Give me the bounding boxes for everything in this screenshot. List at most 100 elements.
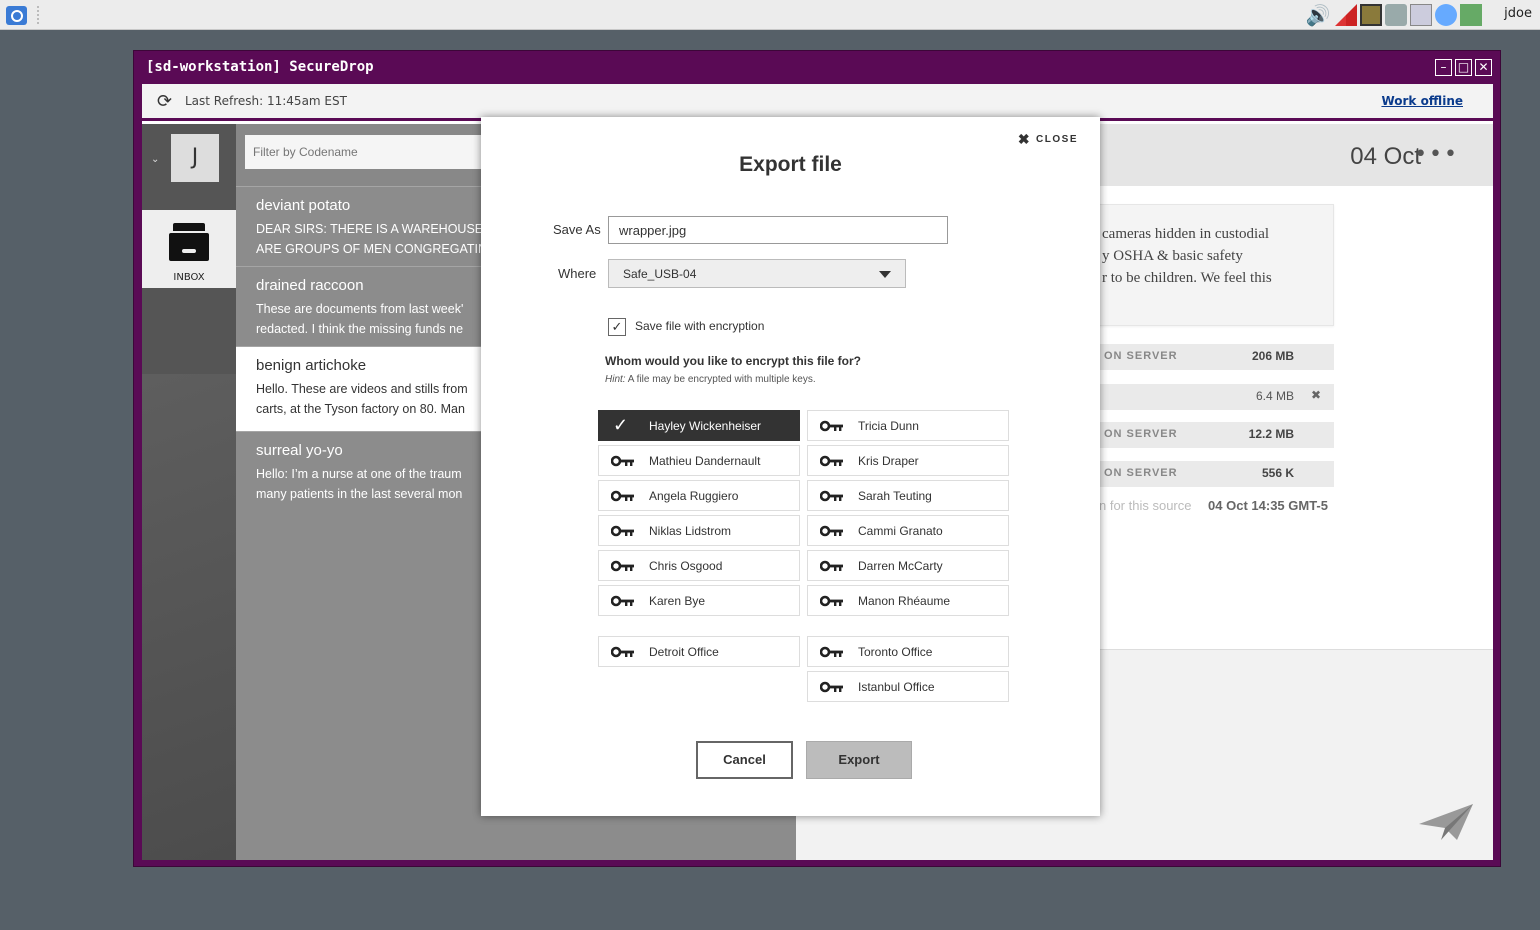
recipient-name: Niklas Lidstrom xyxy=(649,524,732,538)
volume-icon[interactable]: 🔊 xyxy=(1304,4,1332,26)
window-controls: – □ ✕ xyxy=(1435,59,1492,76)
disk-icon[interactable] xyxy=(1410,4,1432,26)
recipient-key-button[interactable]: Kris Draper xyxy=(807,445,1009,476)
recipient-name: Karen Bye xyxy=(649,594,706,608)
key-icon xyxy=(820,681,843,693)
recipient-key-button[interactable]: Tricia Dunn xyxy=(807,410,1009,441)
close-icon: ✖ xyxy=(1017,131,1032,147)
recipient-name: Hayley Wickenheiser xyxy=(649,419,762,433)
recipient-hint: Hint: A file may be encrypted with multi… xyxy=(605,374,816,385)
key-icon xyxy=(820,420,843,432)
work-offline-link[interactable]: Work offline xyxy=(1381,94,1463,108)
save-as-label: Save As xyxy=(553,222,601,237)
message-text: cameras hidden in custodial y OSHA & bas… xyxy=(1102,226,1272,286)
filter-codename-input[interactable] xyxy=(245,135,495,169)
recipient-key-button[interactable]: Mathieu Dandernault xyxy=(598,445,800,476)
caret-down-icon xyxy=(879,271,891,278)
recipient-key-button[interactable]: Cammi Granato xyxy=(807,515,1009,546)
recipient-key-button[interactable]: Darren McCarty xyxy=(807,550,1009,581)
inbox-tab[interactable]: INBOX xyxy=(142,210,236,288)
file-size: 206 MB xyxy=(1251,349,1294,363)
last-refresh-text: Last Refresh: 11:45am EST xyxy=(185,94,347,108)
file-size: 6.4 MB xyxy=(1255,389,1294,403)
inbox-icon xyxy=(169,223,209,261)
qube-manager-icon[interactable] xyxy=(1360,4,1382,26)
key-icon xyxy=(611,646,634,658)
more-options-icon[interactable]: ••• xyxy=(1414,142,1459,167)
close-label: CLOSE xyxy=(1036,134,1078,145)
devices-icon[interactable] xyxy=(1385,4,1407,26)
recipient-name: Manon Rhéaume xyxy=(858,594,951,608)
panel-separator xyxy=(37,6,41,24)
recipient-name: Sarah Teuting xyxy=(858,489,932,503)
cancel-button[interactable]: Cancel xyxy=(696,741,793,779)
key-icon xyxy=(820,455,843,467)
checkmark-icon: ✓ xyxy=(613,415,629,435)
background-logo-decor xyxy=(142,374,236,860)
desktop-top-panel: 🔊 jdoe xyxy=(0,0,1540,30)
key-icon xyxy=(820,646,843,658)
recipient-key-button[interactable]: Chris Osgood xyxy=(598,550,800,581)
battery-icon[interactable] xyxy=(1460,4,1482,26)
recipient-name: Istanbul Office xyxy=(858,680,935,694)
key-icon xyxy=(820,525,843,537)
recipient-key-button[interactable]: Detroit Office xyxy=(598,636,800,667)
encryption-label: Save file with encryption xyxy=(635,319,765,333)
dialog-title: Export file xyxy=(739,153,842,176)
inbox-label: INBOX xyxy=(173,272,205,283)
recipient-name: Toronto Office xyxy=(858,645,933,659)
key-icon xyxy=(611,525,634,537)
recipient-name: Cammi Granato xyxy=(858,524,943,538)
file-status: ON SERVER xyxy=(1104,467,1178,479)
minimize-icon[interactable]: – xyxy=(1435,59,1452,76)
system-tray: 🔊 xyxy=(1304,4,1482,26)
chevron-down-icon[interactable]: ⌄ xyxy=(151,154,159,165)
send-icon[interactable] xyxy=(1417,802,1475,842)
where-select[interactable]: Safe_USB-04 xyxy=(608,259,906,288)
maximize-icon[interactable]: □ xyxy=(1455,59,1472,76)
key-icon xyxy=(820,560,843,572)
deletion-label: n for this source xyxy=(1099,498,1192,513)
key-icon xyxy=(820,595,843,607)
window-title: [sd-workstation] SecureDrop xyxy=(146,59,374,75)
encryption-checkbox[interactable]: ✓ xyxy=(608,318,626,336)
file-status: ON SERVER xyxy=(1104,428,1178,440)
app-topbar: ⟳ Last Refresh: 11:45am EST Work offline xyxy=(142,84,1493,121)
left-nav-bar: ⌄ J INBOX xyxy=(142,124,236,860)
key-icon xyxy=(611,455,634,467)
desktop-user-name[interactable]: jdoe xyxy=(1504,6,1532,21)
export-button[interactable]: Export xyxy=(806,741,912,779)
recipient-key-button[interactable]: Manon Rhéaume xyxy=(807,585,1009,616)
recipient-name: Angela Ruggiero xyxy=(649,489,739,503)
recipient-key-button[interactable]: Karen Bye xyxy=(598,585,800,616)
close-window-icon[interactable]: ✕ xyxy=(1475,59,1492,76)
file-size: 12.2 MB xyxy=(1248,427,1294,441)
recipient-key-button[interactable]: Niklas Lidstrom xyxy=(598,515,800,546)
save-as-input[interactable] xyxy=(608,216,948,244)
where-label: Where xyxy=(558,266,597,281)
updates-icon[interactable] xyxy=(1435,4,1457,26)
recipient-key-button[interactable]: Angela Ruggiero xyxy=(598,480,800,511)
key-icon xyxy=(611,560,634,572)
window-titlebar[interactable]: [sd-workstation] SecureDrop – □ ✕ xyxy=(134,51,1500,84)
close-dialog-button[interactable]: ✖ CLOSE xyxy=(1018,131,1078,148)
recipient-name: Detroit Office xyxy=(649,645,719,659)
recipient-key-button[interactable]: Sarah Teuting xyxy=(807,480,1009,511)
recipient-name: Mathieu Dandernault xyxy=(649,454,761,468)
recipient-key-button[interactable]: Istanbul Office xyxy=(807,671,1009,702)
recipient-name: Chris Osgood xyxy=(649,559,723,573)
key-icon xyxy=(820,490,843,502)
deletion-time: 04 Oct 14:35 GMT-5 xyxy=(1208,498,1328,513)
recipient-name: Darren McCarty xyxy=(858,559,943,573)
network-icon[interactable] xyxy=(1335,4,1357,26)
user-avatar[interactable]: J xyxy=(171,134,219,182)
app-menu-icon[interactable] xyxy=(6,6,27,25)
conversation-date: 04 Oct xyxy=(1350,143,1421,170)
recipient-key-button[interactable]: Toronto Office xyxy=(807,636,1009,667)
key-icon xyxy=(611,595,634,607)
file-size: 556 K xyxy=(1261,466,1294,480)
delete-file-icon[interactable]: ✖ xyxy=(1311,388,1321,402)
recipient-key-button-selected[interactable]: ✓ Hayley Wickenheiser xyxy=(598,410,800,441)
refresh-icon[interactable]: ⟳ xyxy=(157,93,172,111)
recipient-name: Tricia Dunn xyxy=(858,419,919,433)
